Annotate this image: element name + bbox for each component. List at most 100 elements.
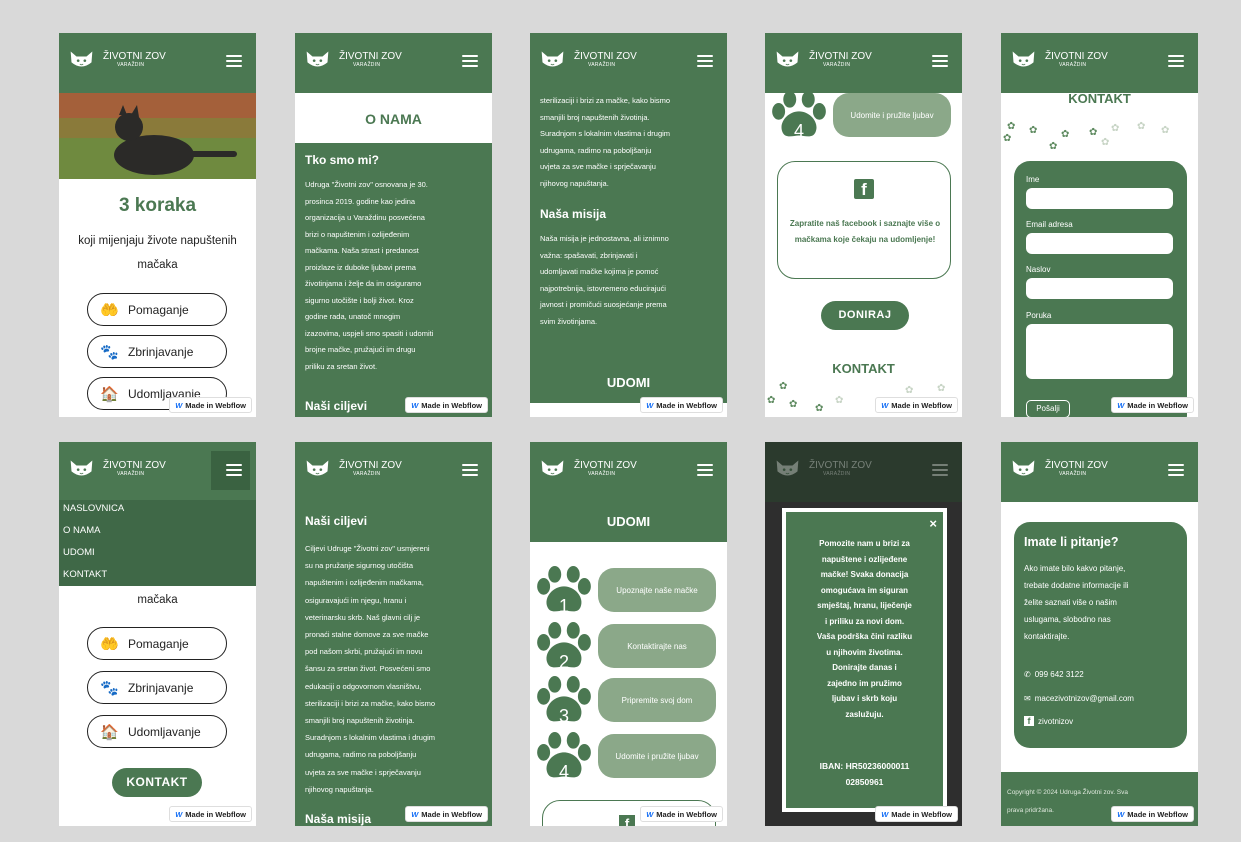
hamburger-menu-icon[interactable]: [697, 464, 713, 477]
brand-name[interactable]: ŽIVOTNI ZOV VARAŽDIN: [574, 51, 637, 68]
facebook-icon[interactable]: f: [854, 179, 874, 199]
nav-item-naslovnica[interactable]: NASLOVNICA: [63, 503, 124, 514]
step-button[interactable]: Upoznajte naše mačke: [598, 568, 716, 612]
hamburger-menu-icon[interactable]: [226, 55, 242, 68]
hamburger-menu-icon[interactable]: [1168, 55, 1184, 68]
question-text: Ako imate bilo kakvo pitanje, trebate dod…: [1024, 564, 1129, 641]
phone-row[interactable]: ✆ 099 642 3122: [1024, 670, 1084, 679]
goals-heading: Naši ciljevi: [305, 399, 368, 413]
house-icon: 🏠: [100, 723, 119, 741]
nav-item-udomi[interactable]: UDOMI: [63, 547, 95, 558]
zbrinjavanje-button[interactable]: 🐾 Zbrinjavanje: [87, 335, 227, 368]
copyright-text: Copyright © 2024 Udruga Životni zov. Sva…: [1007, 789, 1129, 814]
cat-logo-icon[interactable]: [540, 48, 565, 70]
name-label: Ime: [1026, 175, 1040, 184]
question-card: Imate li pitanje? Ako imate bilo kakvo p…: [1014, 522, 1187, 748]
who-heading: Tko smo mi?: [305, 153, 380, 167]
about-section: sterilizaciji i brizi za mačke, kako bis…: [530, 93, 727, 403]
adopt-step-3: 3 Pripremite svoj dom: [536, 676, 726, 726]
zbrinjavanje-button[interactable]: 🐾 Zbrinjavanje: [87, 671, 227, 704]
donation-text: Pomozite nam u brizi za napuštene i ozlij…: [816, 539, 913, 719]
webflow-logo-icon: W: [175, 810, 183, 819]
webflow-logo-icon: W: [881, 810, 889, 819]
facebook-icon[interactable]: f: [619, 815, 635, 826]
paw-icon: 2: [536, 622, 592, 672]
pomaganje-button[interactable]: 🤲 Pomaganje: [87, 293, 227, 326]
cat-logo-icon[interactable]: [540, 457, 565, 479]
hamburger-menu-icon[interactable]: [1168, 464, 1184, 477]
svg-text:3: 3: [559, 706, 569, 726]
contact-button[interactable]: KONTAKT: [112, 768, 202, 797]
cat-logo-icon[interactable]: [1011, 457, 1036, 479]
facebook-card[interactable]: f Zapratite naš facebook i saznajte više…: [777, 161, 951, 279]
phone-goals: ŽIVOTNI ZOV VARAŽDIN Naši ciljevi Ciljevi…: [295, 442, 492, 826]
hamburger-menu-icon[interactable]: [932, 55, 948, 68]
made-in-webflow-badge[interactable]: W Made in Webflow: [875, 397, 958, 413]
nav-item-kontakt[interactable]: KONTAKT: [63, 569, 107, 580]
site-header: ŽIVOTNI ZOV VARAŽDIN: [295, 442, 492, 502]
phone-adopt: ŽIVOTNI ZOV VARAŽDIN UDOMI 1 Upoznajte na…: [530, 442, 727, 826]
email-row[interactable]: ✉ macezivotnizov@gmail.com: [1024, 694, 1134, 703]
made-in-webflow-badge[interactable]: W Made in Webflow: [169, 806, 252, 822]
udomljavanje-button[interactable]: 🏠 Udomljavanje: [87, 715, 227, 748]
facebook-icon: f: [1024, 716, 1034, 726]
made-in-webflow-badge[interactable]: W Made in Webflow: [1111, 806, 1194, 822]
submit-button[interactable]: Pošalji: [1026, 400, 1070, 417]
brand-name[interactable]: ŽIVOTNI ZOV VARAŽDIN: [103, 51, 166, 68]
cat-logo-icon[interactable]: [69, 48, 94, 70]
email-field[interactable]: [1026, 233, 1173, 254]
cat-logo-icon[interactable]: [1011, 48, 1036, 70]
brand-name[interactable]: ŽIVOTNI ZOV VARAŽDIN: [1045, 51, 1108, 68]
brand-name[interactable]: ŽIVOTNI ZOV VARAŽDIN: [574, 460, 637, 477]
webflow-logo-icon: W: [881, 401, 889, 410]
facebook-row[interactable]: f zivotnizov: [1024, 716, 1073, 726]
nav-item-o-nama[interactable]: O NAMA: [63, 525, 100, 536]
hamburger-menu-icon[interactable]: [462, 464, 478, 477]
site-header: ŽIVOTNI ZOV VARAŽDIN: [530, 442, 727, 502]
site-header: ŽIVOTNI ZOV VARAŽDIN: [59, 442, 256, 502]
brand-name[interactable]: ŽIVOTNI ZOV VARAŽDIN: [1045, 460, 1108, 477]
step-button[interactable]: Pripremite svoj dom: [598, 678, 716, 722]
cat-logo-icon[interactable]: [305, 457, 330, 479]
adopt-title-bar: UDOMI: [530, 502, 727, 542]
email-label: Email adresa: [1026, 220, 1073, 229]
webflow-logo-icon: W: [175, 401, 183, 410]
webflow-logo-icon: W: [1117, 810, 1125, 819]
subject-field[interactable]: [1026, 278, 1173, 299]
cat-logo-icon[interactable]: [69, 457, 94, 479]
hamburger-menu-icon[interactable]: [462, 55, 478, 68]
webflow-logo-icon: W: [646, 401, 654, 410]
step-button[interactable]: Kontaktirajte nas: [598, 624, 716, 668]
phone-icon: ✆: [1024, 670, 1031, 679]
hamburger-menu-icon[interactable]: [697, 55, 713, 68]
step-button[interactable]: Udomite i pružite ljubav: [598, 734, 716, 778]
close-icon[interactable]: ×: [929, 516, 937, 531]
brand-name[interactable]: ŽIVOTNI ZOV VARAŽDIN: [339, 460, 402, 477]
donate-button[interactable]: DONIRAJ: [821, 301, 909, 330]
brand-name[interactable]: ŽIVOTNI ZOV VARAŽDIN: [809, 51, 872, 68]
svg-text:1: 1: [559, 596, 569, 616]
made-in-webflow-badge[interactable]: W Made in Webflow: [640, 397, 723, 413]
paw-icon: 4: [771, 91, 827, 141]
message-label: Poruka: [1026, 311, 1052, 320]
made-in-webflow-badge[interactable]: W Made in Webflow: [1111, 397, 1194, 413]
pomaganje-button[interactable]: 🤲 Pomaganje: [87, 627, 227, 660]
svg-text:2: 2: [559, 652, 569, 672]
site-header: ŽIVOTNI ZOV VARAŽDIN: [295, 33, 492, 93]
brand-name[interactable]: ŽIVOTNI ZOV VARAŽDIN: [339, 51, 402, 68]
made-in-webflow-badge[interactable]: W Made in Webflow: [875, 806, 958, 822]
message-field[interactable]: [1026, 324, 1173, 379]
name-field[interactable]: [1026, 188, 1173, 209]
cat-logo-icon[interactable]: [775, 48, 800, 70]
adopt-title: UDOMI: [606, 514, 651, 529]
made-in-webflow-badge[interactable]: W Made in Webflow: [640, 806, 723, 822]
made-in-webflow-badge[interactable]: W Made in Webflow: [405, 806, 488, 822]
hamburger-menu-icon[interactable]: [226, 464, 242, 477]
step-button[interactable]: Udomite i pružite ljubav: [833, 93, 951, 137]
brand-name[interactable]: ŽIVOTNI ZOV VARAŽDIN: [103, 460, 166, 477]
site-header: ŽIVOTNI ZOV VARAŽDIN: [59, 33, 256, 93]
cat-logo-icon[interactable]: [305, 48, 330, 70]
made-in-webflow-badge[interactable]: W Made in Webflow: [169, 397, 252, 413]
helping-hand-heart-icon: 🤲: [100, 635, 119, 653]
made-in-webflow-badge[interactable]: W Made in Webflow: [405, 397, 488, 413]
